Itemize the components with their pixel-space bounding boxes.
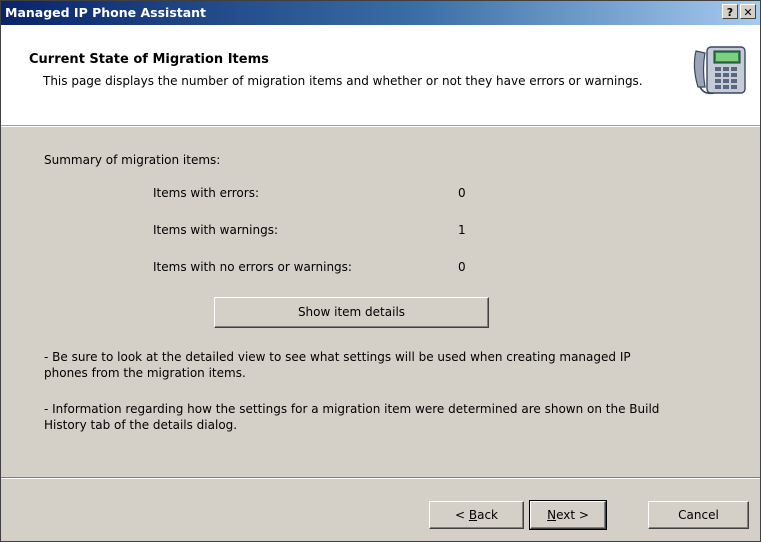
back-accel: B <box>468 508 478 522</box>
errors-label: Items with errors: <box>153 186 260 200</box>
window-title: Managed IP Phone Assistant <box>5 5 207 20</box>
next-rest: ext > <box>556 508 589 522</box>
header-divider <box>1 126 760 127</box>
help-icon[interactable]: ? <box>722 4 738 19</box>
errors-count: 0 <box>458 186 466 200</box>
footer-divider <box>1 477 760 479</box>
next-button[interactable]: Next > <box>529 500 607 530</box>
no-issues-label: Items with no errors or warnings: <box>153 260 352 274</box>
show-item-details-button[interactable]: Show item details <box>214 297 489 328</box>
title-bar[interactable]: Managed IP Phone Assistant ? ✕ <box>1 1 760 25</box>
wizard-window: Managed IP Phone Assistant ? ✕ Current S… <box>0 0 761 542</box>
back-rest: ack <box>477 508 498 522</box>
cancel-button[interactable]: Cancel <box>648 501 749 529</box>
phone-icon <box>693 46 746 95</box>
page-description: This page displays the number of migrati… <box>43 74 643 88</box>
page-title: Current State of Migration Items <box>29 52 269 67</box>
note-detailed-view: - Be sure to look at the detailed view t… <box>44 350 631 380</box>
next-accel: N <box>547 508 557 522</box>
wizard-header: Current State of Migration Items This pa… <box>1 25 760 126</box>
summary-label: Summary of migration items: <box>44 153 221 167</box>
no-issues-count: 0 <box>458 260 466 274</box>
warnings-count: 1 <box>458 223 466 237</box>
close-icon[interactable]: ✕ <box>740 4 756 19</box>
back-button[interactable]: < Back <box>429 501 524 529</box>
note-build-history: - Information regarding how the settings… <box>44 402 660 432</box>
warnings-label: Items with warnings: <box>153 223 279 237</box>
back-prefix: < <box>454 508 469 522</box>
